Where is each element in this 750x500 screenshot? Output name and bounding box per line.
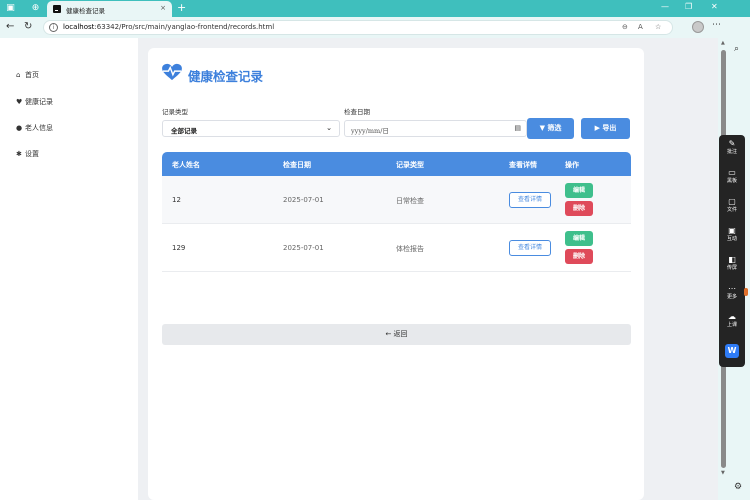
search-icon[interactable]: ⌕: [734, 44, 739, 54]
tab-title: 健康检查记录: [66, 7, 105, 15]
read-aloud-icon[interactable]: A: [638, 23, 643, 31]
app-logo-icon[interactable]: W: [725, 344, 739, 358]
sidebar-toggle-icon[interactable]: ▣: [5, 3, 16, 14]
date-input[interactable]: yyyy/mm/日 ▤: [344, 120, 527, 137]
toolbar-item-interact[interactable]: ▣ 互动: [719, 226, 745, 243]
toolbar-item-class[interactable]: ☁ 上课: [719, 312, 745, 329]
export-button[interactable]: ▶ 导出: [581, 118, 630, 139]
column-header: 操作: [565, 161, 579, 169]
new-tab-icon[interactable]: +: [177, 1, 186, 14]
check-date: 2025-07-01: [283, 196, 324, 204]
scroll-down-icon[interactable]: ▼: [721, 470, 725, 476]
export-icon: ▶: [594, 124, 600, 132]
window-close-icon[interactable]: ✕: [711, 2, 718, 11]
column-header: 检查日期: [283, 161, 311, 169]
side-indicator: [744, 288, 748, 296]
more-icon: ⋯: [728, 284, 736, 293]
browser-tab-strip: ▣ ⊕ 健康检查记录 × + — ❐ ✕: [0, 0, 750, 17]
sidebar-item-settings[interactable]: ✱ 设置: [16, 149, 39, 159]
sidebar-item-elder-info[interactable]: ● 老人信息: [16, 123, 53, 133]
minimize-icon[interactable]: —: [661, 2, 669, 11]
records-table: 老人姓名 检查日期 记录类型 查看详情 操作 12 2025-07-01 日常检…: [162, 152, 631, 272]
table-header: 老人姓名 检查日期 记录类型 查看详情 操作: [162, 152, 631, 176]
restore-icon[interactable]: ❐: [685, 2, 692, 11]
table-row: 129 2025-07-01 体检报告 查看详情 编辑 删除: [162, 224, 631, 272]
zoom-icon[interactable]: ⊖: [622, 23, 628, 31]
record-type-select[interactable]: 全部记录 ⌄: [162, 120, 340, 137]
toolbar-item-annotate[interactable]: ✎ 批注: [719, 139, 745, 156]
file-icon: ▢: [728, 197, 736, 206]
tab-close-icon[interactable]: ×: [160, 4, 166, 12]
home-icon: ⌂: [16, 71, 21, 79]
filter-icon: ▼: [539, 124, 545, 132]
record-type: 日常检查: [396, 197, 424, 205]
records-card: 健康检查记录 记录类型 全部记录 ⌄ 检查日期 yyyy/mm/日 ▤ ▼ 筛选…: [148, 48, 644, 500]
interact-icon: ▣: [728, 226, 736, 235]
site-info-icon[interactable]: i: [49, 23, 58, 32]
back-arrow-icon[interactable]: ←: [6, 21, 14, 32]
calendar-icon[interactable]: ▤: [514, 124, 521, 132]
chevron-down-icon: ⌄: [326, 124, 332, 132]
record-type: 体检报告: [396, 245, 424, 253]
user-icon: ●: [16, 124, 23, 132]
toolbar-item-more[interactable]: ⋯ 更多: [719, 284, 745, 301]
address-bar-row: ← ↻ i localhost:63342/Pro/src/main/yangl…: [0, 17, 750, 38]
whiteboard-icon: ▭: [728, 168, 736, 177]
arrow-left-icon: ←: [385, 330, 392, 338]
page-viewport: ⌂ 首页 ♥ 健康记录 ● 老人信息 ✱ 设置 健康检查记录 记录类型 全部记录 ⌄ 检…: [0, 38, 718, 500]
filter-button[interactable]: ▼ 筛选: [527, 118, 574, 139]
heartbeat-icon: ♥: [16, 98, 23, 106]
type-label: 记录类型: [162, 108, 188, 116]
settings-icon[interactable]: ⚙: [734, 482, 742, 492]
edit-button[interactable]: 编辑: [565, 183, 593, 198]
sidebar-item-home[interactable]: ⌂ 首页: [16, 70, 39, 80]
sidebar-item-health-records[interactable]: ♥ 健康记录: [16, 97, 53, 107]
scroll-up-icon[interactable]: ▲: [721, 40, 725, 46]
tab-favicon-icon: [53, 5, 61, 13]
url-field[interactable]: i localhost:63342/Pro/src/main/yanglao-f…: [43, 20, 673, 35]
back-button[interactable]: ← 返回: [162, 324, 631, 345]
pen-icon: ✎: [728, 139, 736, 148]
sidebar: ⌂ 首页 ♥ 健康记录 ● 老人信息 ✱ 设置: [0, 38, 138, 500]
view-detail-button[interactable]: 查看详情: [509, 240, 551, 256]
elder-name: 12: [172, 196, 181, 204]
heartbeat-icon: [162, 63, 182, 81]
floating-toolbar: ✎ 批注 ▭ 黑板 ▢ 文件 ▣ 互动 ◧ 传屏 ⋯ 更多 ☁ 上课 W: [719, 135, 745, 367]
profile-avatar[interactable]: [692, 21, 704, 33]
toolbar-item-cast[interactable]: ◧ 传屏: [719, 255, 745, 272]
delete-button[interactable]: 删除: [565, 201, 593, 216]
gear-icon: ✱: [16, 150, 22, 158]
elder-name: 129: [172, 244, 186, 252]
edit-button[interactable]: 编辑: [565, 231, 593, 246]
toolbar-item-blackboard[interactable]: ▭ 黑板: [719, 168, 745, 185]
browser-tab[interactable]: 健康检查记录 ×: [47, 1, 172, 17]
favorite-star-icon[interactable]: ☆: [655, 23, 661, 31]
screen-icon: ◧: [728, 255, 736, 264]
upload-icon: ☁: [728, 312, 736, 321]
table-row: 12 2025-07-01 日常检查 查看详情 编辑 删除: [162, 176, 631, 224]
toolbar-item-file[interactable]: ▢ 文件: [719, 197, 745, 214]
view-detail-button[interactable]: 查看详情: [509, 192, 551, 208]
more-menu-icon[interactable]: ⋯: [712, 20, 721, 30]
check-date: 2025-07-01: [283, 244, 324, 252]
url-text: localhost:63342/Pro/src/main/yanglao-fro…: [63, 23, 275, 31]
column-header: 记录类型: [396, 161, 424, 169]
column-header: 老人姓名: [172, 161, 200, 169]
column-header: 查看详情: [509, 161, 537, 169]
date-label: 检查日期: [344, 108, 370, 116]
refresh-icon[interactable]: ↻: [24, 21, 32, 32]
delete-button[interactable]: 删除: [565, 249, 593, 264]
globe-icon[interactable]: ⊕: [30, 3, 41, 14]
